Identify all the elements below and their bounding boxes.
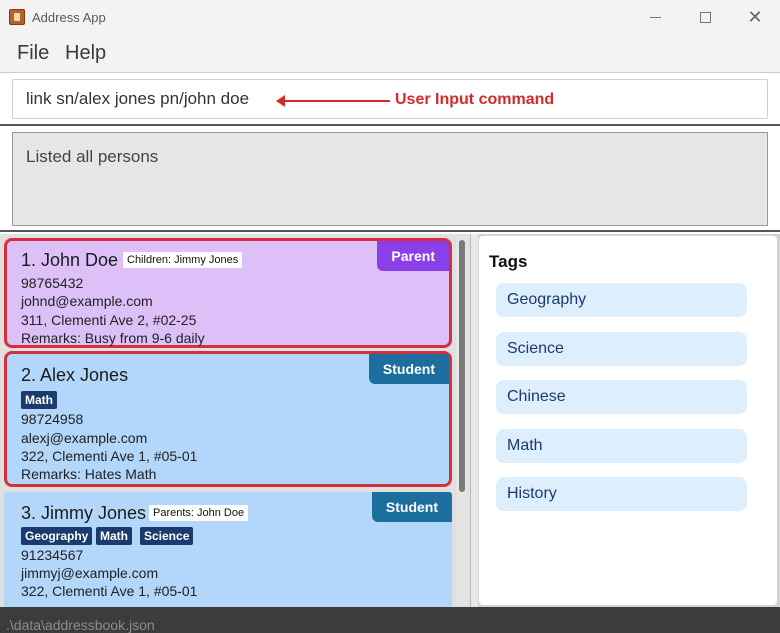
- person-name: 3. Jimmy Jones: [21, 503, 147, 523]
- relation-badge: Parents: John Doe: [149, 505, 249, 521]
- split-divider[interactable]: [470, 234, 478, 607]
- tags-panel: Tags Geography Science Chinese Math Hist…: [479, 236, 777, 605]
- close-button[interactable]: ✕: [740, 7, 770, 27]
- command-panel: link sn/alex jones pn/john doe: [0, 72, 780, 126]
- minimize-icon: [649, 16, 661, 18]
- list-scrollbar[interactable]: [456, 236, 468, 605]
- tag-chip: Science: [140, 527, 194, 545]
- close-icon: ✕: [747, 6, 763, 27]
- person-name: 2. Alex Jones: [21, 365, 129, 385]
- tags-title: Tags: [489, 252, 528, 271]
- result-panel: Listed all persons: [0, 128, 780, 232]
- relation-badge: Children: Jimmy Jones: [123, 252, 243, 268]
- person-card[interactable]: 3. Jimmy Jones Parents: John Doe Student…: [4, 492, 452, 607]
- role-badge: Student: [371, 492, 452, 522]
- tag-item[interactable]: History: [496, 477, 747, 511]
- person-email: johnd@example.com: [21, 293, 153, 309]
- person-card[interactable]: 2. Alex Jones Student Math 98724958 alex…: [4, 351, 452, 487]
- menu-file[interactable]: File: [17, 42, 49, 65]
- person-email: alexj@example.com: [21, 430, 148, 446]
- person-name: 1. John Doe: [21, 250, 119, 270]
- role-badge: Student: [368, 354, 449, 384]
- maximize-button[interactable]: [690, 7, 720, 27]
- tag-item[interactable]: Chinese: [496, 380, 747, 414]
- main-area: 1. John Doe Children: Jimmy Jones Parent…: [0, 234, 780, 607]
- annotation-arrow: [283, 100, 390, 102]
- role-badge: Parent: [377, 241, 449, 271]
- annotation-arrow-head: [276, 95, 285, 107]
- person-list[interactable]: 1. John Doe Children: Jimmy Jones Parent…: [0, 234, 470, 607]
- title-bar: Address App ✕: [0, 0, 780, 34]
- scroll-thumb[interactable]: [459, 240, 465, 492]
- minimize-button[interactable]: [640, 7, 670, 27]
- person-phone: 98765432: [21, 275, 84, 291]
- tag-chip: Math: [21, 391, 57, 409]
- app-icon: [9, 9, 25, 25]
- person-card[interactable]: 1. John Doe Children: Jimmy Jones Parent…: [4, 238, 452, 348]
- annotation-label: User Input command: [395, 91, 555, 108]
- person-address: 322, Clementi Ave 1, #05-01: [21, 583, 198, 599]
- result-display: Listed all persons: [12, 132, 768, 226]
- command-input[interactable]: link sn/alex jones pn/john doe: [12, 79, 768, 119]
- maximize-icon: [699, 11, 711, 23]
- tag-chip: Geography: [21, 527, 93, 545]
- tag-chip: Math: [96, 527, 132, 545]
- person-phone: 98724958: [21, 411, 84, 427]
- person-address: 322, Clementi Ave 1, #05-01: [21, 448, 198, 464]
- person-remarks: Remarks: Busy from 9-6 daily: [21, 330, 205, 346]
- status-bar: .\data\addressbook.json: [0, 607, 780, 633]
- person-email: jimmyj@example.com: [21, 565, 159, 581]
- menu-help[interactable]: Help: [65, 42, 106, 65]
- person-address: 311, Clementi Ave 2, #02-25: [21, 312, 197, 328]
- person-phone: 91234567: [21, 547, 84, 563]
- tag-item[interactable]: Math: [496, 429, 747, 463]
- tag-item[interactable]: Science: [496, 332, 747, 366]
- menu-bar: File Help: [0, 34, 780, 72]
- tag-item[interactable]: Geography: [496, 283, 747, 317]
- person-remarks: Remarks: Hates Math: [21, 466, 157, 482]
- window-title: Address App: [32, 10, 106, 25]
